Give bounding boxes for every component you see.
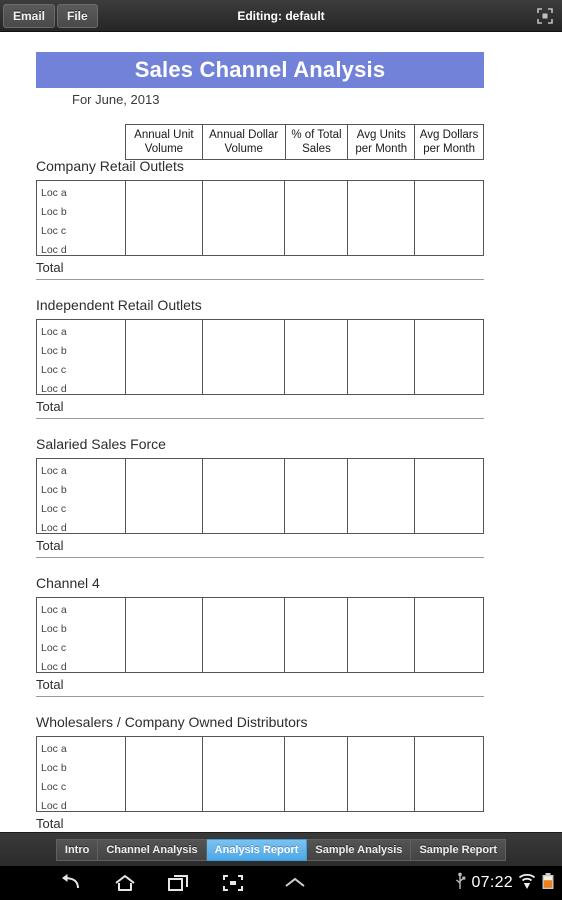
data-cell-column[interactable] <box>415 459 484 533</box>
data-cell-column[interactable] <box>203 320 286 394</box>
section-title: Wholesalers / Company Owned Distributors <box>36 714 308 730</box>
data-cell-column[interactable] <box>285 598 349 672</box>
section-total-row: Total <box>36 675 484 697</box>
system-status-icons: 07:22 <box>454 872 562 895</box>
section-row-labels: Loc a Loc b Loc c Loc d <box>37 459 126 534</box>
data-cell-column[interactable] <box>126 737 203 811</box>
data-cell-column[interactable] <box>126 598 203 672</box>
data-cell-column[interactable] <box>348 737 416 811</box>
column-header-avg-dollars-per-month: Avg Dollars per Month <box>415 125 484 159</box>
back-arrow-icon[interactable] <box>44 866 98 900</box>
data-cell-column[interactable] <box>415 598 484 672</box>
report-subtitle: For June, 2013 <box>72 92 160 107</box>
section-table[interactable]: Loc a Loc b Loc c Loc d <box>36 458 484 534</box>
data-cell-column[interactable] <box>415 737 484 811</box>
row-label: Loc a <box>41 604 67 616</box>
usb-icon <box>454 872 466 895</box>
sheet-tab-bar: Intro Channel Analysis Analysis Report S… <box>0 832 562 866</box>
column-header-pct-of-total-sales: % of Total Sales <box>286 125 349 159</box>
report-banner: Sales Channel Analysis <box>36 52 484 88</box>
total-label: Total <box>36 538 64 553</box>
row-label: Loc b <box>41 762 67 774</box>
chevron-up-icon[interactable] <box>260 866 330 900</box>
row-label: Loc a <box>41 465 67 477</box>
row-label: Loc b <box>41 623 67 635</box>
section-row-labels: Loc a Loc b Loc c Loc d <box>37 320 126 395</box>
data-cell-column[interactable] <box>203 181 286 255</box>
section-table[interactable]: Loc a Loc b Loc c Loc d <box>36 180 484 256</box>
fullscreen-icon[interactable] <box>536 7 554 25</box>
data-cell-column[interactable] <box>126 320 203 394</box>
section-table[interactable]: Loc a Loc b Loc c Loc d <box>36 597 484 673</box>
section-title: Company Retail Outlets <box>36 158 184 174</box>
section-total-row: Total <box>36 258 484 280</box>
section-table[interactable]: Loc a Loc b Loc c Loc d <box>36 736 484 812</box>
total-label: Total <box>36 260 64 275</box>
tab-channel-analysis[interactable]: Channel Analysis <box>98 838 207 861</box>
tab-sample-report[interactable]: Sample Report <box>411 838 507 861</box>
section-title: Independent Retail Outlets <box>36 297 202 313</box>
data-cell-column[interactable] <box>285 320 349 394</box>
recent-apps-icon[interactable] <box>152 866 206 900</box>
section-row-labels: Loc a Loc b Loc c Loc d <box>37 181 126 256</box>
data-cell-column[interactable] <box>126 459 203 533</box>
email-button[interactable]: Email <box>3 3 56 28</box>
row-label: Loc c <box>41 503 67 515</box>
total-label: Total <box>36 677 64 692</box>
app-title-bar: Email File Editing: default <box>0 0 562 32</box>
section-row-labels: Loc a Loc b Loc c Loc d <box>37 737 126 812</box>
row-label: Loc a <box>41 187 67 199</box>
row-label: Loc c <box>41 225 67 237</box>
data-cell-column[interactable] <box>348 320 416 394</box>
section-title: Salaried Sales Force <box>36 436 166 452</box>
screenshot-icon[interactable] <box>206 866 260 900</box>
data-cell-column[interactable] <box>348 459 416 533</box>
row-label: Loc b <box>41 345 67 357</box>
tab-intro[interactable]: Intro <box>55 838 99 861</box>
battery-icon <box>541 872 555 895</box>
section-total-row: Total <box>36 814 484 832</box>
android-navigation-bar: 07:22 <box>0 866 562 900</box>
column-header-row: Annual Unit Volume Annual Dollar Volume … <box>125 124 484 160</box>
section-total-row: Total <box>36 536 484 558</box>
data-cell-column[interactable] <box>348 181 416 255</box>
row-label: Loc c <box>41 781 67 793</box>
row-label: Loc a <box>41 743 67 755</box>
column-header-avg-units-per-month: Avg Units per Month <box>348 125 416 159</box>
tab-analysis-report[interactable]: Analysis Report <box>206 838 308 861</box>
column-header-annual-dollar-volume: Annual Dollar Volume <box>203 125 286 159</box>
tab-sample-analysis[interactable]: Sample Analysis <box>307 838 412 861</box>
column-header-annual-unit-volume: Annual Unit Volume <box>126 125 203 159</box>
row-label: Loc c <box>41 642 67 654</box>
data-cell-column[interactable] <box>285 459 349 533</box>
section-table[interactable]: Loc a Loc b Loc c Loc d <box>36 319 484 395</box>
home-icon[interactable] <box>98 866 152 900</box>
screen-root: Email File Editing: default Sales Channe… <box>0 0 562 900</box>
report-title: Sales Channel Analysis <box>134 57 386 82</box>
row-label: Loc b <box>41 206 67 218</box>
total-label: Total <box>36 816 64 831</box>
clock: 07:22 <box>471 874 513 891</box>
data-cell-column[interactable] <box>415 320 484 394</box>
wifi-icon <box>518 872 536 895</box>
row-label: Loc a <box>41 326 67 338</box>
data-cell-column[interactable] <box>203 737 286 811</box>
data-cell-column[interactable] <box>415 181 484 255</box>
section-total-row: Total <box>36 397 484 419</box>
section-title: Channel 4 <box>36 575 100 591</box>
data-cell-column[interactable] <box>348 598 416 672</box>
row-label: Loc c <box>41 364 67 376</box>
document-canvas[interactable]: Sales Channel Analysis For June, 2013 An… <box>0 32 562 832</box>
data-cell-column[interactable] <box>126 181 203 255</box>
data-cell-column[interactable] <box>203 459 286 533</box>
data-cell-column[interactable] <box>285 181 349 255</box>
file-button[interactable]: File <box>57 3 98 28</box>
data-cell-column[interactable] <box>203 598 286 672</box>
section-row-labels: Loc a Loc b Loc c Loc d <box>37 598 126 673</box>
total-label: Total <box>36 399 64 414</box>
app-bar-button-group: Email File <box>3 3 98 29</box>
row-label: Loc b <box>41 484 67 496</box>
data-cell-column[interactable] <box>285 737 349 811</box>
